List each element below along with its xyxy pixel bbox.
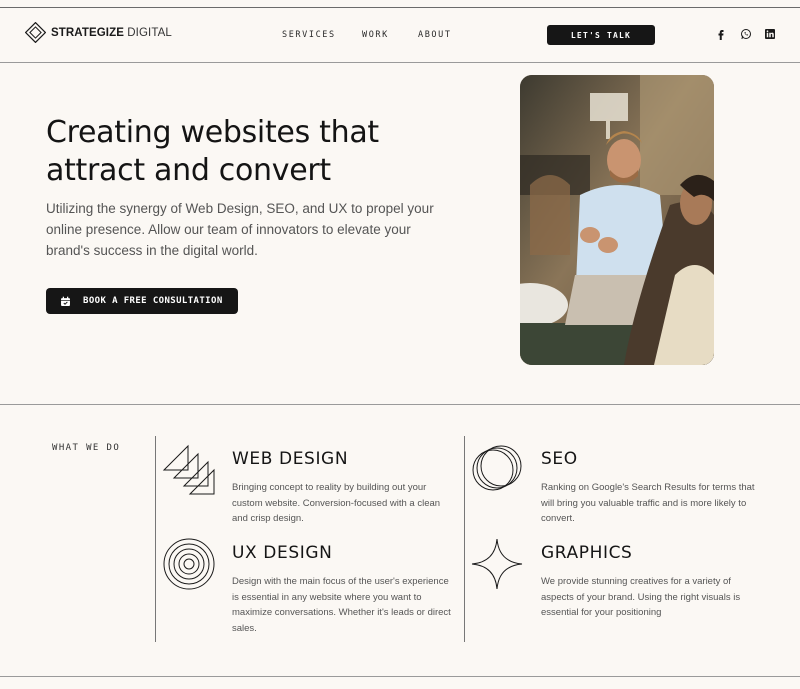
nav-services[interactable]: SERVICES — [282, 30, 336, 40]
nav-work[interactable]: WORK — [362, 30, 389, 40]
concentric-circles-icon — [163, 538, 215, 590]
calendar-icon — [61, 296, 70, 306]
book-consultation-label: BOOK A FREE CONSULTATION — [83, 296, 223, 306]
service-desc-graphics: We provide stunning creatives for a vari… — [541, 576, 741, 618]
brand-name: STRATEGIZE DIGITAL — [51, 27, 172, 39]
brand-logo[interactable]: STRATEGIZE DIGITAL — [25, 22, 172, 43]
section-divider — [0, 404, 800, 405]
service-desc-ux-design: Design with the main focus of the user's… — [232, 576, 451, 634]
header-divider — [0, 62, 800, 63]
lets-talk-button[interactable]: LET'S TALK — [547, 25, 655, 45]
service-desc-seo: Ranking on Google's Search Results for t… — [541, 482, 755, 524]
services-divider-left — [155, 436, 156, 642]
nav-about[interactable]: ABOUT — [418, 30, 452, 40]
stacked-triangles-icon — [162, 444, 215, 495]
diamond-logo-icon — [25, 22, 46, 43]
book-consultation-button[interactable]: BOOK A FREE CONSULTATION — [46, 288, 238, 314]
service-desc-web-design: Bringing concept to reality by building … — [232, 482, 441, 524]
facebook-icon[interactable] — [715, 28, 727, 40]
site-header: STRATEGIZE DIGITAL SERVICES WORK ABOUT L… — [0, 8, 800, 62]
services-divider-middle — [464, 436, 465, 642]
whatsapp-icon[interactable] — [740, 28, 752, 40]
service-title-web-design: WEB DESIGN — [232, 449, 349, 469]
hero-title: Creating websites that attract and conve… — [46, 115, 379, 188]
hero-subtitle: Utilizing the synergy of Web Design, SEO… — [46, 201, 434, 258]
four-point-star-icon — [471, 538, 523, 590]
brand-name-light: DIGITAL — [127, 26, 172, 39]
overlapping-circles-icon — [472, 445, 522, 491]
hero-photo — [520, 75, 714, 365]
section-label: WHAT WE DO — [52, 443, 121, 453]
service-title-graphics: GRAPHICS — [541, 543, 633, 563]
service-title-ux-design: UX DESIGN — [232, 543, 333, 563]
brand-name-bold: STRATEGIZE — [51, 26, 124, 39]
service-title-seo: SEO — [541, 449, 578, 469]
linkedin-icon[interactable] — [764, 28, 776, 40]
bottom-divider — [0, 676, 800, 677]
